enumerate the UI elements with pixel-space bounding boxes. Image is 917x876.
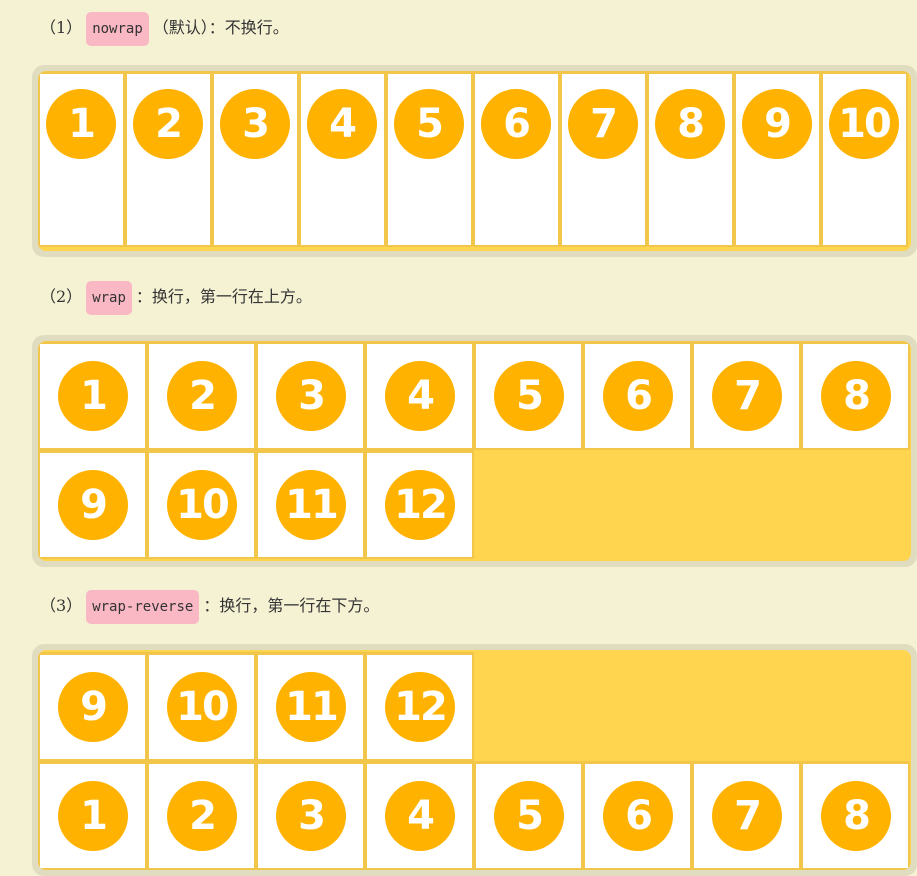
flex-item: 6	[473, 71, 560, 247]
caption-wrap: （2） wrap ：换行，第一行在上方。	[40, 279, 312, 315]
caption-wrap-reverse: （3） wrap-reverse ：换行，第一行在下方。	[40, 588, 379, 624]
number-circle: 5	[494, 361, 564, 431]
flex-item: 11	[256, 450, 365, 559]
number-circle: 10	[829, 89, 899, 159]
flex-item: 4	[365, 341, 474, 450]
number-circle: 2	[133, 89, 203, 159]
number-circle: 9	[58, 672, 128, 742]
flex-item: 5	[474, 761, 583, 870]
flex-item: 5	[386, 71, 473, 247]
flex-item: 4	[365, 761, 474, 870]
number-circle: 7	[712, 781, 782, 851]
number-circle: 9	[742, 89, 812, 159]
number-circle: 8	[655, 89, 725, 159]
flex-item: 6	[583, 341, 692, 450]
flex-item: 2	[147, 341, 256, 450]
demo-frame-nowrap: 1 2 3 4 5 6 7 8 9 10	[32, 65, 917, 257]
caption-prefix: （3）	[40, 596, 83, 615]
flex-item: 2	[147, 761, 256, 870]
number-circle: 5	[394, 89, 464, 159]
flex-container-nowrap: 1 2 3 4 5 6 7 8 9 10	[38, 71, 911, 251]
flex-item: 2	[125, 71, 212, 247]
flex-item: 4	[299, 71, 386, 247]
number-circle: 3	[276, 361, 346, 431]
caption-prefix: （2）	[40, 287, 83, 306]
caption-suffix: ：换行，第一行在上方。	[135, 287, 312, 306]
flex-item: 3	[212, 71, 299, 247]
number-circle: 7	[568, 89, 638, 159]
flex-item: 1	[38, 71, 125, 247]
flex-item: 6	[583, 761, 692, 870]
demo-frame-wrap-reverse: 1 2 3 4 5 6 7 8 9 10 11 12	[32, 644, 917, 876]
number-circle: 6	[481, 89, 551, 159]
caption-nowrap: （1） nowrap （默认）：不换行。	[40, 10, 289, 46]
number-circle: 11	[276, 470, 346, 540]
number-circle: 4	[385, 781, 455, 851]
flex-item: 10	[821, 71, 908, 247]
flex-item: 8	[801, 761, 910, 870]
number-circle: 11	[276, 672, 346, 742]
flex-item: 1	[38, 761, 147, 870]
number-circle: 9	[58, 470, 128, 540]
flex-item: 7	[692, 341, 801, 450]
number-circle: 8	[821, 781, 891, 851]
flex-item: 9	[38, 652, 147, 761]
number-circle: 4	[307, 89, 377, 159]
number-circle: 1	[58, 781, 128, 851]
number-circle: 12	[385, 672, 455, 742]
number-circle: 1	[58, 361, 128, 431]
caption-suffix: ：换行，第一行在下方。	[203, 596, 380, 615]
caption-prefix: （1）	[40, 18, 83, 37]
flex-item: 12	[365, 450, 474, 559]
caption-suffix: （默认）：不换行。	[152, 18, 289, 37]
flex-item: 12	[365, 652, 474, 761]
flex-item: 7	[692, 761, 801, 870]
flex-item: 3	[256, 761, 365, 870]
flex-item: 8	[647, 71, 734, 247]
flex-item: 10	[147, 450, 256, 559]
number-circle: 4	[385, 361, 455, 431]
number-circle: 2	[167, 361, 237, 431]
demo-frame-wrap: 1 2 3 4 5 6 7 8 9 10 11 12	[32, 335, 917, 567]
flex-item: 8	[801, 341, 910, 450]
number-circle: 5	[494, 781, 564, 851]
number-circle: 7	[712, 361, 782, 431]
flex-item: 11	[256, 652, 365, 761]
number-circle: 3	[276, 781, 346, 851]
number-circle: 8	[821, 361, 891, 431]
flex-item: 5	[474, 341, 583, 450]
number-circle: 12	[385, 470, 455, 540]
number-circle: 6	[603, 361, 673, 431]
number-circle: 10	[167, 672, 237, 742]
code-badge-wrap-reverse: wrap-reverse	[86, 590, 200, 624]
flex-container-wrap: 1 2 3 4 5 6 7 8 9 10 11 12	[38, 341, 911, 561]
flex-item: 7	[560, 71, 647, 247]
flex-item: 9	[734, 71, 821, 247]
code-badge-nowrap: nowrap	[86, 12, 149, 46]
number-circle: 1	[46, 89, 116, 159]
number-circle: 2	[167, 781, 237, 851]
number-circle: 10	[167, 470, 237, 540]
flex-item: 1	[38, 341, 147, 450]
flex-container-wrap-reverse: 1 2 3 4 5 6 7 8 9 10 11 12	[38, 650, 911, 870]
number-circle: 6	[603, 781, 673, 851]
flex-item: 3	[256, 341, 365, 450]
flex-item: 9	[38, 450, 147, 559]
code-badge-wrap: wrap	[86, 281, 132, 315]
number-circle: 3	[220, 89, 290, 159]
flex-item: 10	[147, 652, 256, 761]
